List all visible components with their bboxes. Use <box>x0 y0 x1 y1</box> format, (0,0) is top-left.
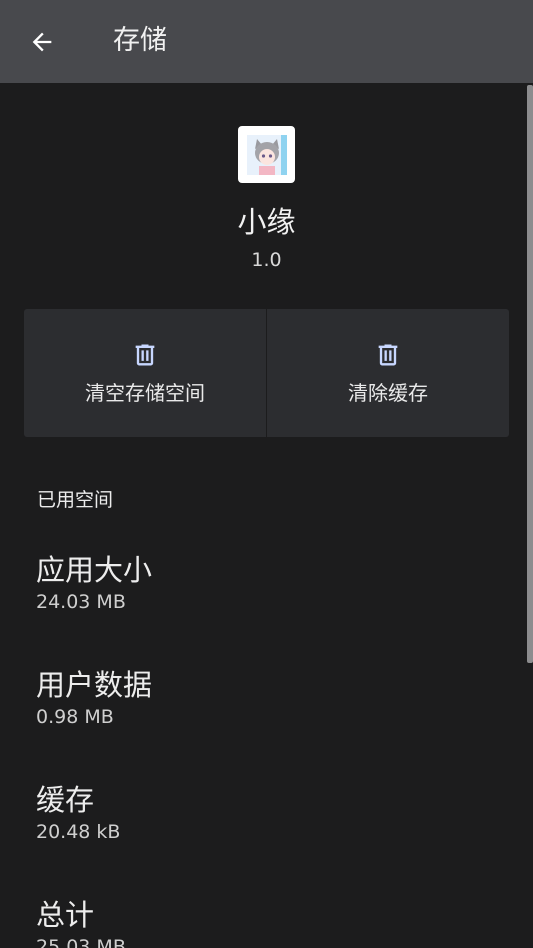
clear-cache-button[interactable]: 清除缓存 <box>266 309 509 437</box>
app-avatar-icon <box>246 134 287 175</box>
row-title: 缓存 <box>36 783 95 817</box>
app-bar: 存储 <box>0 0 533 83</box>
cache-row: 缓存 20.48 kB <box>36 781 516 845</box>
section-header-used-space: 已用空间 <box>37 489 114 511</box>
user-data-row: 用户数据 0.98 MB <box>36 666 516 730</box>
row-title: 总计 <box>36 898 95 932</box>
app-version: 1.0 <box>251 249 282 271</box>
back-button[interactable] <box>22 22 62 62</box>
row-title: 应用大小 <box>36 553 153 587</box>
row-value: 25.03 MB <box>36 936 126 948</box>
clear-cache-label: 清除缓存 <box>348 381 428 405</box>
page-title: 存储 <box>113 25 167 56</box>
clear-storage-button[interactable]: 清空存储空间 <box>24 309 266 437</box>
app-icon <box>238 126 295 183</box>
row-value: 0.98 MB <box>36 706 114 728</box>
storage-screen: 存储 小缘 1.0 清空存储空间 清除缓存 已用空间 应用大小 24.03 MB… <box>0 0 533 948</box>
scrollbar[interactable] <box>527 85 533 663</box>
row-title: 用户数据 <box>36 668 153 702</box>
storage-actions: 清空存储空间 清除缓存 <box>24 309 509 437</box>
arrow-left-icon <box>32 32 52 52</box>
app-name: 小缘 <box>237 205 296 239</box>
trash-icon <box>378 344 398 366</box>
row-value: 20.48 kB <box>36 821 121 843</box>
app-size-row: 应用大小 24.03 MB <box>36 551 516 615</box>
total-row: 总计 25.03 MB <box>36 896 516 948</box>
row-value: 24.03 MB <box>36 591 126 613</box>
trash-icon <box>135 344 155 366</box>
clear-storage-label: 清空存储空间 <box>85 381 205 405</box>
